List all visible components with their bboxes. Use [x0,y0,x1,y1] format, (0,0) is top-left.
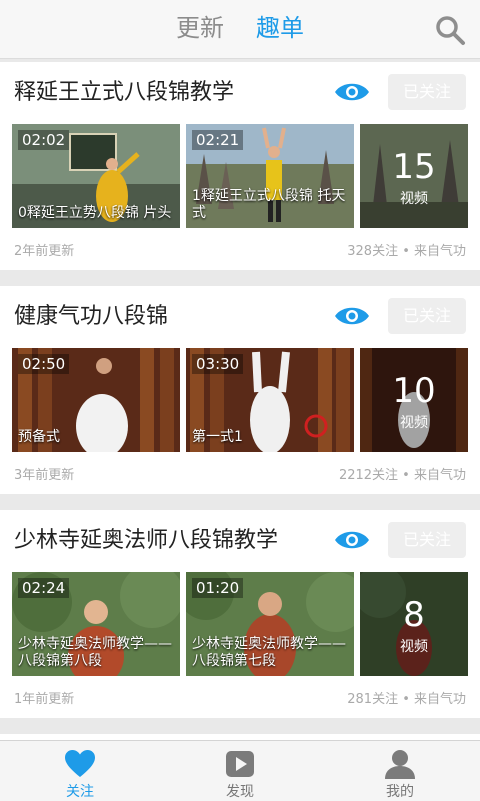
video-thumbnail[interactable]: 02:50 预备式 [12,348,180,452]
eye-icon[interactable] [334,528,370,552]
nav-label: 关注 [66,784,94,800]
user-icon [385,750,415,779]
playlist-stats: 281关注 • 来自气功 [347,692,466,707]
playlist-card[interactable]: 少林寺延奥法师八段锦教学 已关注 02:24 少林寺延奥法师教学——八段锦第八段… [0,510,480,718]
nav-follow[interactable]: 关注 [40,741,120,801]
updated-time: 3年前更新 [14,468,75,483]
follow-button[interactable]: 已关注 [388,298,466,334]
video-caption: 第一式1 [192,429,243,445]
playlist-title[interactable]: 少林寺延奥法师八段锦教学 [14,526,278,556]
video-thumbnail[interactable]: 03:30 第一式1 [186,348,354,452]
video-caption: 少林寺延奥法师教学——八段锦第八段 [18,636,172,669]
video-thumbnail[interactable]: 02:02 0释延王立势八段锦 片头 [12,124,180,228]
nav-label: 发现 [226,784,254,800]
more-videos-tile[interactable]: 10 视频 [360,348,468,452]
playlist-title[interactable]: 健康气功八段锦 [14,302,168,332]
video-caption: 少林寺延奥法师教学——八段锦第七段 [192,636,346,669]
video-count: 15 [392,147,436,187]
video-count-label: 视频 [400,639,428,655]
more-videos-tile[interactable]: 15 视频 [360,124,468,228]
playlist-card[interactable]: 健康气功八段锦 已关注 02:50 预备式 03:30 第一式1 10 视频 3… [0,286,480,494]
video-duration: 03:30 [192,354,244,374]
video-caption: 预备式 [18,429,60,445]
video-count-label: 视频 [400,191,428,207]
video-duration: 02:21 [192,130,244,150]
more-videos-tile[interactable]: 8 视频 [360,572,468,676]
nav-discover[interactable]: 发现 [200,741,280,801]
video-duration: 01:20 [192,578,244,598]
updated-time: 1年前更新 [14,692,75,707]
video-count-label: 视频 [400,415,428,431]
video-thumbnail[interactable]: 02:24 少林寺延奥法师教学——八段锦第八段 [12,572,180,676]
playlist-card[interactable]: 释延王立式八段锦教学 已关注 02:02 0释延王立势八段锦 片头 02:21 … [0,62,480,270]
video-thumbnail[interactable]: 01:20 少林寺延奥法师教学——八段锦第七段 [186,572,354,676]
eye-icon[interactable] [334,304,370,328]
eye-icon[interactable] [334,80,370,104]
nav-mine[interactable]: 我的 [360,741,440,801]
video-duration: 02:02 [18,130,70,150]
updated-time: 2年前更新 [14,244,75,259]
video-duration: 02:50 [18,354,70,374]
video-count: 10 [392,371,436,411]
top-bar: 更新 趣单 [0,0,480,59]
tab-update[interactable]: 更新 [176,13,224,43]
follow-button[interactable]: 已关注 [388,74,466,110]
tab-lists[interactable]: 趣单 [256,13,304,43]
video-thumbnail[interactable]: 02:21 1释延王立式八段锦 托天式 [186,124,354,228]
bottom-nav: 关注 发现 我的 [0,740,480,801]
follow-button[interactable]: 已关注 [388,522,466,558]
play-icon [226,751,254,777]
video-caption: 0释延王立势八段锦 片头 [18,205,172,221]
playlist-stats: 328关注 • 来自气功 [347,244,466,259]
search-icon[interactable] [434,14,466,46]
playlist-stats: 2212关注 • 来自气功 [338,468,466,483]
heart-icon [65,750,95,777]
nav-label: 我的 [386,784,414,800]
playlist-title[interactable]: 释延王立式八段锦教学 [14,78,234,108]
video-duration: 02:24 [18,578,70,598]
video-count: 8 [403,595,425,635]
video-caption: 1释延王立式八段锦 托天式 [192,188,346,221]
